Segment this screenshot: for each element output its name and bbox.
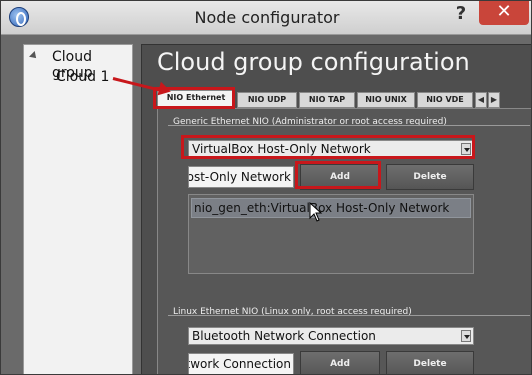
dropdown-arrow-icon[interactable] — [461, 330, 471, 342]
expand-arrow-icon[interactable] — [29, 51, 39, 61]
tab-scroll-left-icon[interactable]: ◀ — [475, 92, 487, 108]
linux-name-field[interactable]: Bluetooth Network Connection — [188, 353, 294, 374]
linux-adapter-select[interactable]: Bluetooth Network Connection — [188, 327, 474, 345]
linux-section-divider — [168, 315, 530, 316]
list-item[interactable]: nio_gen_eth:VirtualBox Host-Only Network — [191, 198, 471, 218]
node-tree: Cloud group Cloud 1 — [23, 44, 133, 374]
tree-item-cloud-1[interactable]: Cloud 1 — [56, 69, 109, 85]
mouse-cursor-icon — [309, 202, 323, 222]
linux-add-button[interactable]: Add — [300, 351, 380, 374]
add-highlight-box — [295, 161, 381, 189]
close-button[interactable]: ✕ — [479, 1, 529, 25]
linux-delete-button[interactable]: Delete — [386, 351, 474, 374]
linux-name-value: Bluetooth Network Connection — [189, 357, 291, 371]
generic-name-field[interactable]: VirtualBox Host-Only Network — [188, 166, 294, 188]
help-button[interactable]: ? — [449, 3, 473, 27]
tab-scroll-right-icon[interactable]: ▶ — [488, 92, 500, 108]
tab-nio-tap[interactable]: NIO TAP — [299, 92, 355, 108]
generic-nio-list[interactable]: nio_gen_eth:VirtualBox Host-Only Network — [188, 194, 474, 274]
panel-title: Cloud group configuration — [157, 48, 470, 76]
node-configurator-window: Node configurator ? ✕ Cloud group Cloud … — [0, 0, 532, 375]
linux-adapter-value: Bluetooth Network Connection — [192, 329, 376, 343]
adapter-highlight-box — [181, 135, 475, 159]
tab-nio-unix[interactable]: NIO UNIX — [357, 92, 415, 108]
title-bar: Node configurator ? ✕ — [1, 1, 531, 35]
tab-nio-vde[interactable]: NIO VDE — [417, 92, 473, 108]
generic-delete-button[interactable]: Delete — [386, 164, 474, 190]
generic-section-divider — [168, 125, 530, 126]
tab-nio-udp[interactable]: NIO UDP — [237, 92, 297, 108]
generic-name-value: VirtualBox Host-Only Network — [189, 170, 291, 184]
